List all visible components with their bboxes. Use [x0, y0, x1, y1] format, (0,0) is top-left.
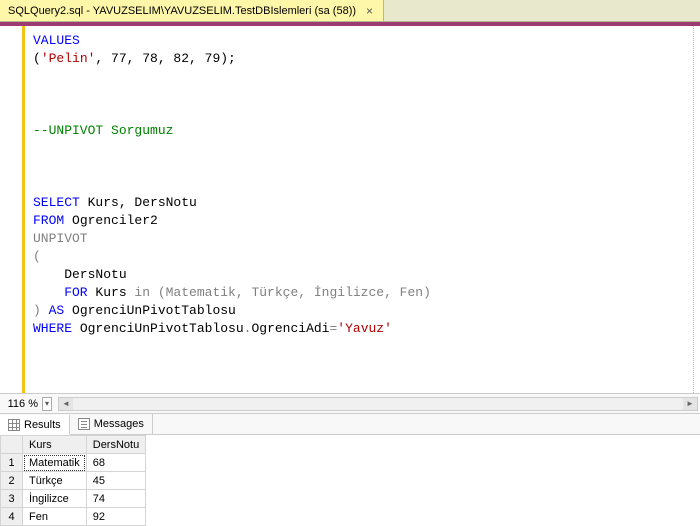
- row-number[interactable]: 1: [1, 454, 23, 472]
- zoom-scroll-row: ▾ ◄ ►: [0, 393, 700, 413]
- cell-dersnotu[interactable]: 68: [86, 454, 145, 472]
- cell-dersnotu[interactable]: 74: [86, 490, 145, 508]
- cell-dersnotu[interactable]: 92: [86, 508, 145, 526]
- zoom-level-input[interactable]: [2, 398, 38, 410]
- horizontal-scrollbar[interactable]: ◄ ►: [58, 397, 698, 411]
- scroll-right-icon[interactable]: ►: [683, 398, 697, 410]
- row-number[interactable]: 3: [1, 490, 23, 508]
- cell-kurs[interactable]: İngilizce: [23, 490, 87, 508]
- col-header-kurs[interactable]: Kurs: [23, 436, 87, 454]
- col-header-dersnotu[interactable]: DersNotu: [86, 436, 145, 454]
- tab-messages[interactable]: Messages: [70, 414, 153, 434]
- tab-results-label: Results: [24, 419, 61, 431]
- tab-bar: SQLQuery2.sql - YAVUZSELIM\YAVUZSELIM.Te…: [0, 0, 700, 22]
- change-marker-gutter: [0, 26, 25, 393]
- results-grid[interactable]: Kurs DersNotu 1 Matematik 68 2 Türkçe 45…: [0, 435, 700, 526]
- row-number[interactable]: 2: [1, 472, 23, 490]
- sql-editor[interactable]: VALUES ('Pelin', 77, 78, 82, 79); --UNPI…: [0, 26, 700, 393]
- close-icon[interactable]: ×: [364, 4, 375, 18]
- file-tab[interactable]: SQLQuery2.sql - YAVUZSELIM\YAVUZSELIM.Te…: [0, 0, 384, 21]
- tab-results[interactable]: Results: [0, 415, 70, 435]
- tab-messages-label: Messages: [94, 418, 144, 430]
- right-margin-guide: [693, 26, 694, 393]
- table-row[interactable]: 1 Matematik 68: [1, 454, 146, 472]
- cell-kurs[interactable]: Fen: [23, 508, 87, 526]
- cell-kurs[interactable]: Matematik: [23, 454, 87, 472]
- code-content[interactable]: VALUES ('Pelin', 77, 78, 82, 79); --UNPI…: [25, 26, 700, 393]
- scroll-left-icon[interactable]: ◄: [59, 398, 73, 410]
- cell-dersnotu[interactable]: 45: [86, 472, 145, 490]
- header-row: Kurs DersNotu: [1, 436, 146, 454]
- cell-kurs[interactable]: Türkçe: [23, 472, 87, 490]
- table-row[interactable]: 4 Fen 92: [1, 508, 146, 526]
- results-tab-bar: Results Messages: [0, 413, 700, 435]
- grid-icon: [8, 419, 20, 431]
- row-number[interactable]: 4: [1, 508, 23, 526]
- table-row[interactable]: 3 İngilizce 74: [1, 490, 146, 508]
- row-header-blank: [1, 436, 23, 454]
- file-tab-title: SQLQuery2.sql - YAVUZSELIM\YAVUZSELIM.Te…: [8, 5, 356, 17]
- table-row[interactable]: 2 Türkçe 45: [1, 472, 146, 490]
- zoom-dropdown-icon[interactable]: ▾: [42, 397, 52, 411]
- messages-icon: [78, 418, 90, 430]
